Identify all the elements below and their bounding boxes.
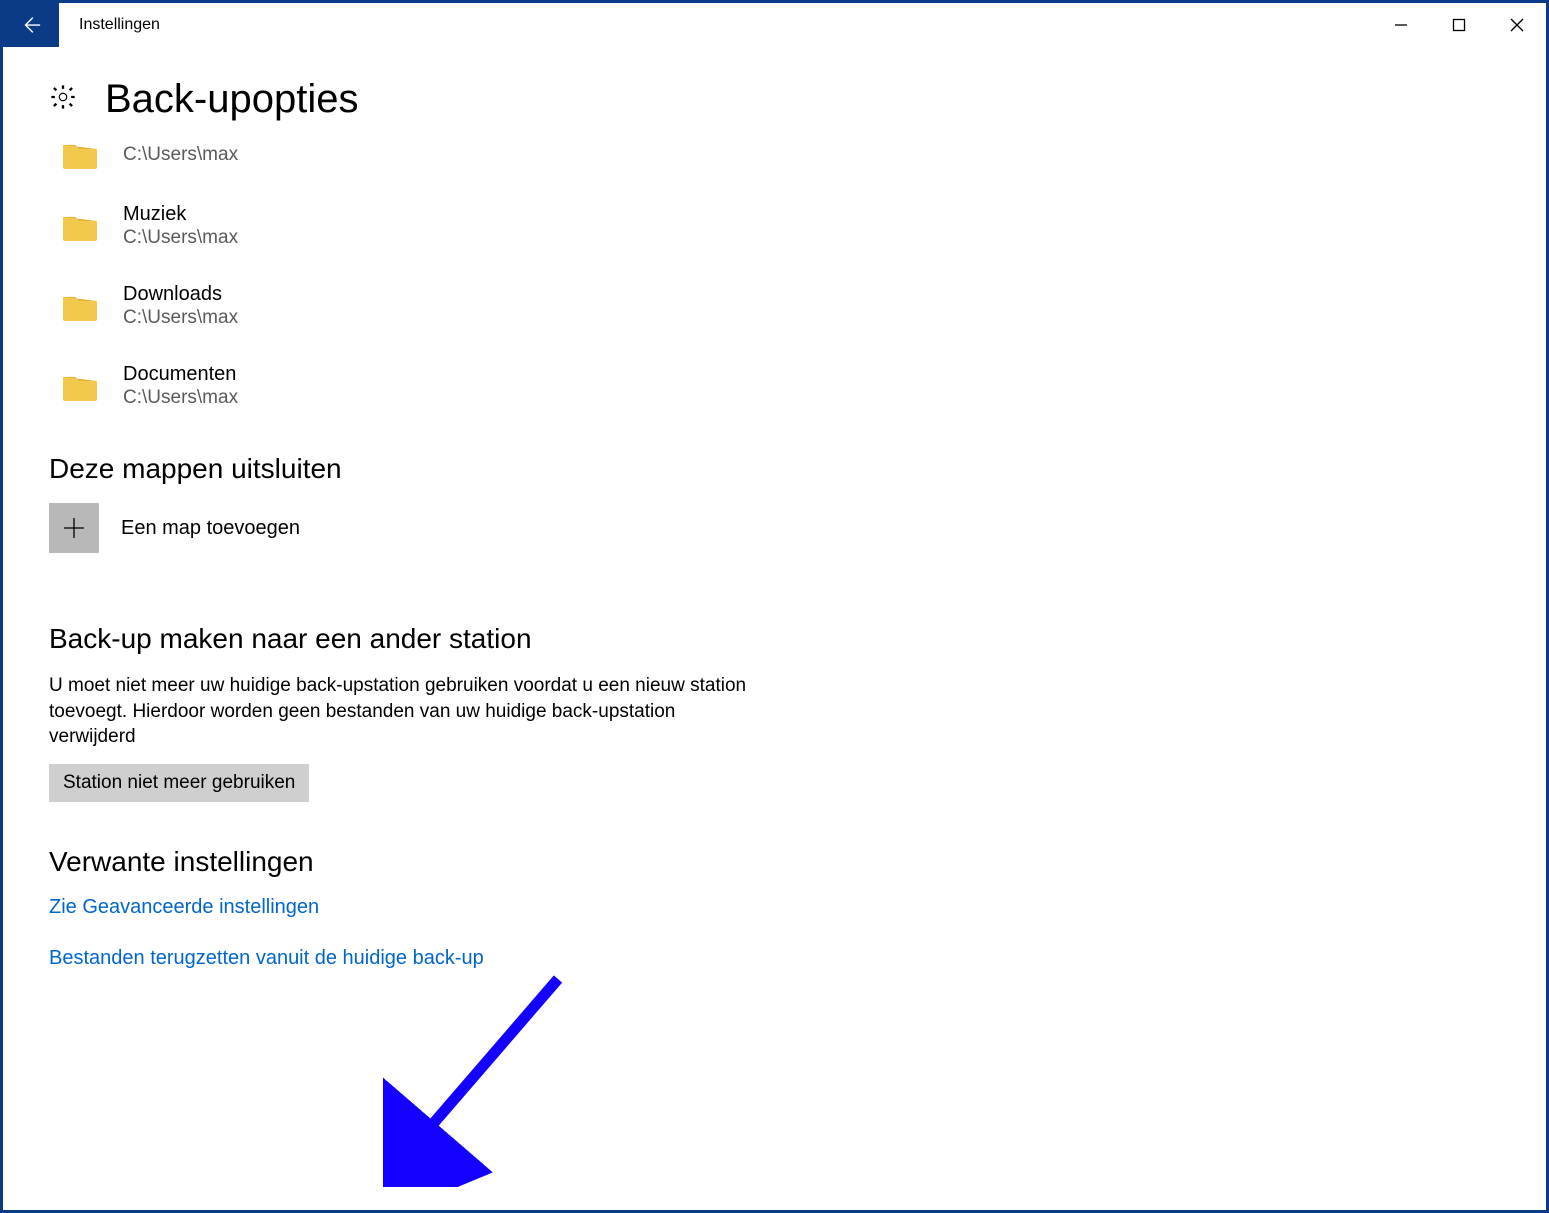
other-drive-heading: Back-up maken naar een ander station — [49, 623, 1500, 655]
folder-icon — [61, 139, 99, 169]
add-folder-label: Een map toevoegen — [121, 517, 300, 540]
close-button[interactable] — [1488, 3, 1546, 47]
folder-path: C:\Users\max — [123, 227, 238, 249]
other-drive-description: U moet niet meer uw huidige back-upstati… — [49, 673, 749, 750]
maximize-icon — [1452, 18, 1466, 32]
folder-path: C:\Users\max — [123, 387, 238, 409]
gear-icon — [49, 83, 77, 116]
maximize-button[interactable] — [1430, 3, 1488, 47]
link-advanced-settings[interactable]: Zie Geavanceerde instellingen — [49, 896, 1500, 919]
folder-item[interactable]: Documenten C:\Users\max — [49, 353, 1500, 419]
folder-item[interactable]: Downloads C:\Users\max — [49, 273, 1500, 339]
minimize-button[interactable] — [1372, 3, 1430, 47]
related-heading: Verwante instellingen — [49, 846, 1500, 878]
page-title: Back-upopties — [105, 77, 358, 122]
link-restore-files[interactable]: Bestanden terugzetten vanuit de huidige … — [49, 947, 1500, 970]
add-folder-button[interactable]: Een map toevoegen — [49, 503, 1500, 553]
content-area: Back-upopties C:\Users\max Muziek — [3, 47, 1546, 1210]
folder-item[interactable]: Muziek C:\Users\max — [49, 193, 1500, 259]
stop-using-drive-button[interactable]: Station niet meer gebruiken — [49, 764, 309, 802]
arrow-left-icon — [20, 14, 42, 36]
folder-text: Muziek C:\Users\max — [123, 203, 238, 249]
plus-icon-box — [49, 503, 99, 553]
folder-text: Downloads C:\Users\max — [123, 283, 238, 329]
folder-text: C:\Users\max — [123, 143, 238, 166]
folder-path: C:\Users\max — [123, 144, 238, 166]
folder-item[interactable]: C:\Users\max — [49, 129, 1500, 179]
folder-icon — [61, 371, 99, 401]
folder-name: Downloads — [123, 283, 238, 306]
folder-text: Documenten C:\Users\max — [123, 363, 238, 409]
page-header: Back-upopties — [3, 47, 1546, 132]
exclude-heading: Deze mappen uitsluiten — [49, 453, 1500, 485]
folder-icon — [61, 211, 99, 241]
settings-window: Instellingen Back-upopties — [0, 0, 1549, 1213]
titlebar: Instellingen — [3, 3, 1546, 47]
folder-name: Documenten — [123, 363, 238, 386]
scroll-area: C:\Users\max Muziek C:\Users\max Downloa… — [3, 153, 1546, 1210]
back-button[interactable] — [3, 3, 59, 47]
window-title: Instellingen — [59, 3, 160, 47]
folder-path: C:\Users\max — [123, 307, 238, 329]
close-icon — [1510, 18, 1524, 32]
folder-icon — [61, 291, 99, 321]
minimize-icon — [1394, 18, 1408, 32]
window-controls — [1372, 3, 1546, 47]
plus-icon — [63, 517, 85, 539]
folder-name: Muziek — [123, 203, 238, 226]
